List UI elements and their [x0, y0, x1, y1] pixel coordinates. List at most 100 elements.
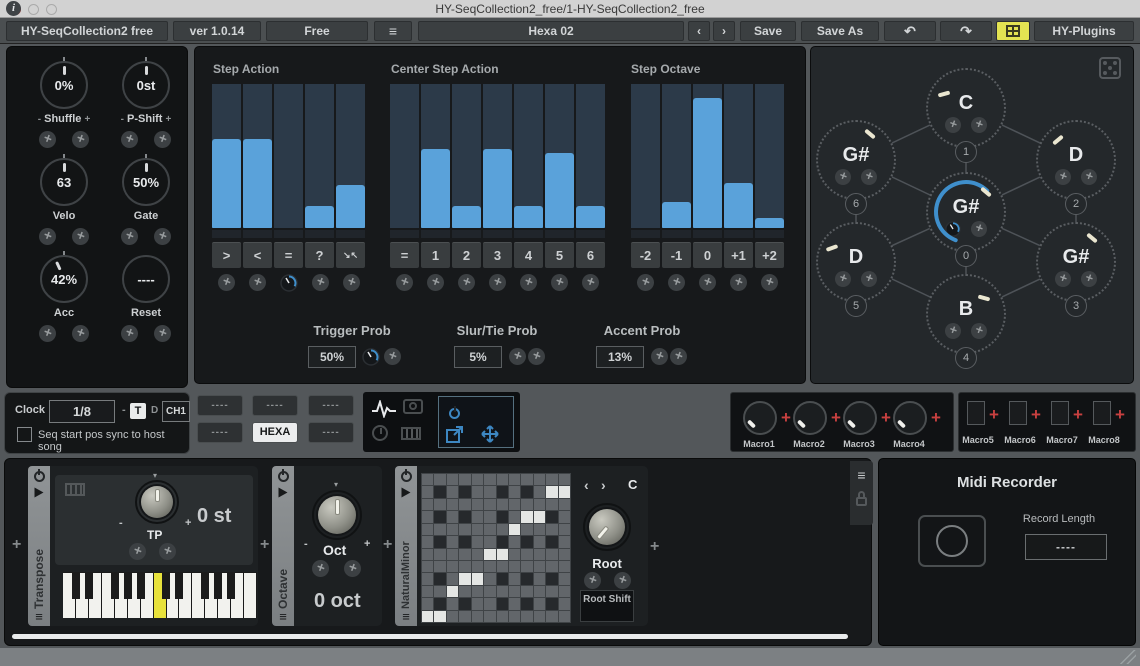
grid-cell[interactable] [559, 474, 570, 485]
black-key[interactable] [85, 572, 93, 599]
black-key[interactable] [111, 572, 119, 599]
macro-button-6[interactable] [1009, 401, 1027, 425]
chart-bar[interactable] [421, 149, 450, 228]
grid-cell[interactable] [546, 499, 557, 510]
prev-preset-button[interactable]: ‹ [688, 21, 710, 41]
dice-randomize-icon[interactable] [1099, 57, 1121, 79]
grid-cell[interactable] [509, 486, 520, 497]
hexa-node-1[interactable]: C++ [926, 68, 1006, 148]
mod-button[interactable]: + [37, 323, 59, 345]
chart-bar[interactable] [724, 183, 753, 228]
step-button-4[interactable]: 4 [514, 242, 543, 268]
record-button[interactable] [918, 515, 986, 567]
grid-cell[interactable] [459, 536, 470, 547]
step-button-?[interactable]: ? [305, 242, 334, 268]
grid-cell[interactable] [447, 511, 458, 522]
grid-cell[interactable] [509, 611, 520, 622]
octave-expand-icon[interactable] [279, 488, 288, 498]
grid-cell[interactable] [484, 573, 495, 584]
move-icon[interactable] [481, 425, 499, 443]
grid-cell[interactable] [521, 611, 532, 622]
grid-cell[interactable] [534, 549, 545, 560]
grid-cell[interactable] [484, 611, 495, 622]
grid-cell[interactable] [422, 611, 433, 622]
grid-cell[interactable] [559, 586, 570, 597]
macro-assign-icon[interactable]: + [831, 411, 841, 425]
timer-knob-icon[interactable] [372, 425, 388, 441]
grid-cell[interactable] [534, 524, 545, 535]
knob-circle-shuffle[interactable]: 0% [40, 61, 88, 109]
grid-cell[interactable] [497, 536, 508, 547]
chart-bar[interactable] [576, 206, 605, 228]
grid-cell[interactable] [447, 561, 458, 572]
chart-column[interactable] [693, 84, 722, 228]
chart-bar[interactable] [243, 139, 272, 228]
chart-column[interactable] [274, 84, 303, 228]
step-button-=[interactable]: = [274, 242, 303, 268]
grid-cell[interactable] [546, 561, 557, 572]
chart-bar[interactable] [662, 202, 691, 228]
seq-slot-2[interactable]: ---- [252, 395, 298, 416]
mod-button[interactable]: + [1053, 269, 1074, 290]
mod-button[interactable]: + [119, 129, 141, 151]
hexa-node-6[interactable]: G#++ [816, 120, 896, 200]
macro-assign-icon[interactable]: + [1115, 408, 1125, 422]
grid-view-icon[interactable] [996, 21, 1030, 41]
save-as-button[interactable]: Save As [801, 21, 879, 41]
step-button-6[interactable]: 6 [576, 242, 605, 268]
step-button->[interactable]: > [212, 242, 241, 268]
grid-cell[interactable] [472, 511, 483, 522]
step-mod-button[interactable]: + [518, 272, 540, 294]
grid-cell[interactable] [434, 511, 445, 522]
oct-knob[interactable] [318, 496, 356, 534]
grid-cell[interactable] [534, 536, 545, 547]
macro-assign-icon[interactable]: + [1073, 408, 1083, 422]
grid-cell[interactable] [521, 549, 532, 560]
step-button--1[interactable]: -1 [662, 242, 691, 268]
hexa-node-2[interactable]: D++ [1036, 120, 1116, 200]
grid-cell[interactable] [509, 524, 520, 535]
scale-expand-icon[interactable] [402, 488, 411, 498]
grid-cell[interactable] [534, 486, 545, 497]
step-button-<[interactable]: < [243, 242, 272, 268]
grid-cell[interactable] [447, 586, 458, 597]
macro-knob-2[interactable] [793, 401, 827, 435]
macro-button-5[interactable] [967, 401, 985, 425]
grid-cell[interactable] [447, 536, 458, 547]
trigger-prob-knob-glyph[interactable] [362, 348, 380, 366]
scale-next-icon[interactable]: › [601, 477, 606, 493]
step-mod-button[interactable]: + [666, 272, 688, 294]
grid-cell[interactable] [434, 611, 445, 622]
grid-cell[interactable] [559, 549, 570, 560]
mod-button[interactable]: + [119, 323, 141, 345]
grid-cell[interactable] [472, 573, 483, 584]
grid-cell[interactable] [546, 524, 557, 535]
step-button-+1[interactable]: +1 [724, 242, 753, 268]
grid-cell[interactable] [546, 598, 557, 609]
clock-rate-value[interactable]: 1/8 [49, 400, 115, 423]
grid-cell[interactable] [534, 499, 545, 510]
mod-button[interactable]: + [70, 323, 92, 345]
trigger-prob-value[interactable]: 50% [308, 346, 356, 368]
grid-cell[interactable] [497, 511, 508, 522]
grid-cell[interactable] [422, 486, 433, 497]
grid-cell[interactable] [447, 486, 458, 497]
grid-cell[interactable] [447, 573, 458, 584]
knob-reset[interactable]: ----Reset++ [98, 249, 194, 342]
mod-button[interactable]: + [152, 129, 174, 151]
step-mod-button[interactable]: + [549, 272, 571, 294]
grid-cell[interactable] [509, 573, 520, 584]
grid-cell[interactable] [472, 586, 483, 597]
grid-cell[interactable] [447, 598, 458, 609]
grid-cell[interactable] [546, 474, 557, 485]
mod-button[interactable]: + [859, 167, 880, 188]
grid-cell[interactable] [484, 474, 495, 485]
grid-cell[interactable] [459, 561, 470, 572]
grid-cell[interactable] [509, 511, 520, 522]
hexa-node-4[interactable]: B++ [926, 274, 1006, 354]
mod-button[interactable]: + [70, 226, 92, 248]
grid-cell[interactable] [422, 499, 433, 510]
octave-drag-handle[interactable]: ≡ [279, 609, 287, 624]
step-mod-button[interactable]: + [394, 272, 416, 294]
grid-cell[interactable] [559, 611, 570, 622]
